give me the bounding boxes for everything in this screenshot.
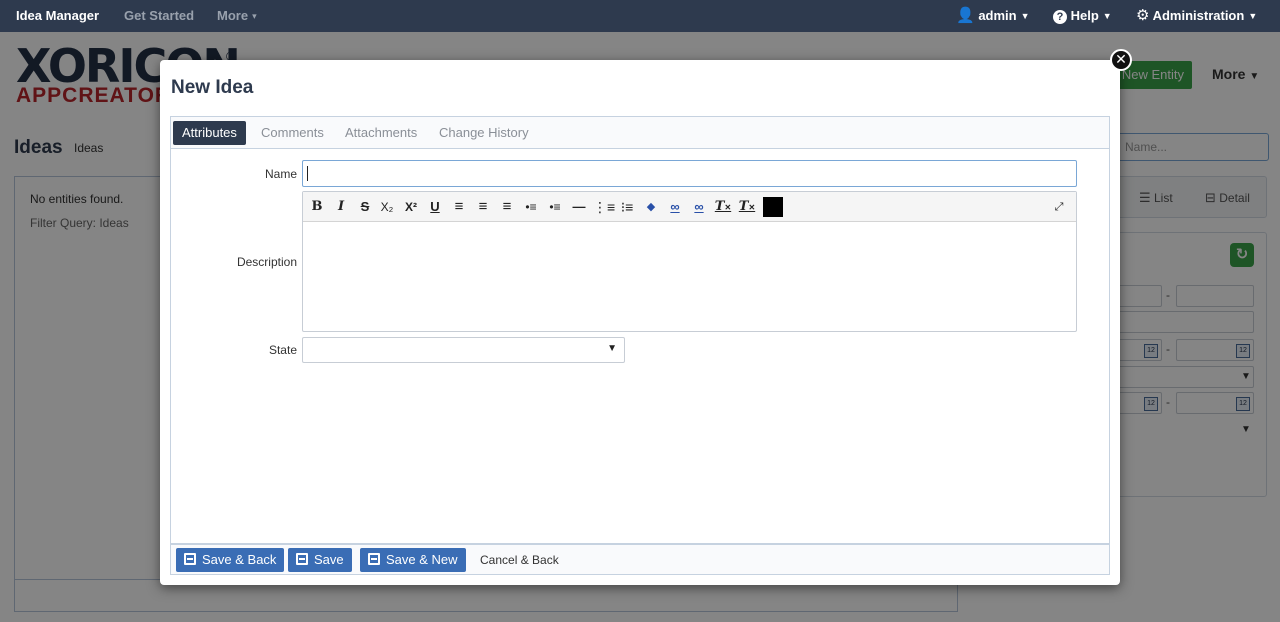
dialog-title: New Idea — [171, 77, 254, 98]
strikethrough-icon[interactable]: S — [355, 197, 375, 217]
caret-down-icon: ▼ — [1020, 11, 1030, 21]
bold-icon[interactable]: B — [307, 197, 327, 217]
align-left-icon[interactable]: ≡ — [449, 197, 469, 217]
user-menu-label: admin — [978, 8, 1017, 23]
name-label: Name — [264, 167, 297, 181]
more-menu[interactable]: More ▾ — [217, 0, 257, 32]
administration-menu-label: Administration — [1152, 8, 1245, 23]
save-icon — [368, 553, 380, 565]
brand-link[interactable]: Idea Manager — [16, 0, 99, 32]
eraser-icon[interactable]: ◆ — [641, 197, 661, 217]
help-menu-label: Help — [1070, 8, 1099, 23]
save-icon — [184, 553, 196, 565]
link-icon[interactable]: ∞ — [665, 197, 685, 217]
unlink-icon[interactable]: ∞ — [689, 197, 709, 217]
horizontal-rule-icon[interactable]: — — [569, 197, 589, 217]
save-new-label: Save & New — [386, 552, 458, 567]
superscript-icon[interactable]: X² — [401, 197, 421, 217]
tab-attachments[interactable]: Attachments — [336, 121, 426, 145]
state-select[interactable]: ▼ — [302, 337, 625, 363]
dialog-footer: Save & Back Save Save & New Cancel & Bac… — [170, 544, 1110, 575]
description-label: Description — [236, 255, 297, 269]
cancel-back-link[interactable]: Cancel & Back — [480, 548, 559, 572]
help-menu[interactable]: ? Help ▼ — [1053, 0, 1112, 32]
remove-format-icon[interactable]: T✕ — [713, 197, 733, 217]
indent-icon[interactable]: •≡ — [521, 197, 541, 217]
save-back-button[interactable]: Save & Back — [176, 548, 285, 572]
get-started-link[interactable]: Get Started — [124, 0, 194, 32]
state-label: State — [268, 343, 297, 357]
help-icon: ? — [1053, 10, 1067, 24]
clear-formatting-icon[interactable]: T✕ — [737, 197, 757, 217]
gear-icon: ⚙ — [1136, 7, 1150, 24]
top-navbar: Idea Manager Get Started More ▾ 👤 admin ▼ … — [0, 0, 1280, 32]
save-new-button[interactable]: Save & New — [360, 548, 466, 572]
administration-menu[interactable]: ⚙ Administration ▼ — [1136, 0, 1257, 32]
ordered-list-icon[interactable]: ⋮≡ — [593, 197, 615, 217]
new-idea-dialog: New Idea Attributes Comments Attachments… — [160, 60, 1120, 585]
underline-icon[interactable]: U — [425, 197, 445, 217]
text-color-swatch[interactable] — [763, 197, 783, 217]
user-menu[interactable]: 👤 admin ▼ — [956, 0, 1030, 32]
more-menu-label: More — [217, 8, 249, 23]
user-icon: 👤 — [956, 7, 975, 24]
tab-attributes[interactable]: Attributes — [173, 121, 246, 145]
tab-comments[interactable]: Comments — [252, 121, 333, 145]
description-editor: B I S X₂ X² U ≡ ≡ ≡ •≡ •≡ — ⋮≡ ⁝≡ ◆ ∞ ∞ … — [302, 191, 1077, 332]
unordered-list-icon[interactable]: ⁝≡ — [617, 197, 637, 217]
caret-down-icon: ▼ — [1248, 11, 1258, 21]
align-center-icon[interactable]: ≡ — [473, 197, 493, 217]
align-right-icon[interactable]: ≡ — [497, 197, 517, 217]
close-icon[interactable]: ✕ — [1110, 49, 1132, 71]
save-icon — [296, 553, 308, 565]
tab-change-history[interactable]: Change History — [430, 121, 538, 145]
caret-down-icon: ▼ — [1102, 11, 1112, 21]
description-textarea[interactable] — [303, 223, 1076, 331]
dialog-tabs: Attributes Comments Attachments Change H… — [170, 116, 1110, 148]
save-back-label: Save & Back — [202, 552, 277, 567]
caret-down-icon: ▾ — [252, 11, 257, 21]
save-button[interactable]: Save — [288, 548, 352, 572]
maximize-icon[interactable]: ⤢ — [1049, 197, 1069, 217]
save-label: Save — [314, 552, 344, 567]
dropdown-arrow-icon: ▼ — [607, 343, 617, 354]
name-input[interactable] — [302, 160, 1077, 187]
outdent-icon[interactable]: •≡ — [545, 197, 565, 217]
editor-toolbar: B I S X₂ X² U ≡ ≡ ≡ •≡ •≡ — ⋮≡ ⁝≡ ◆ ∞ ∞ … — [303, 192, 1076, 222]
attributes-form: Name Description B I S X₂ X² U ≡ ≡ ≡ •≡ … — [170, 148, 1110, 544]
italic-icon[interactable]: I — [331, 197, 351, 217]
subscript-icon[interactable]: X₂ — [377, 197, 397, 217]
